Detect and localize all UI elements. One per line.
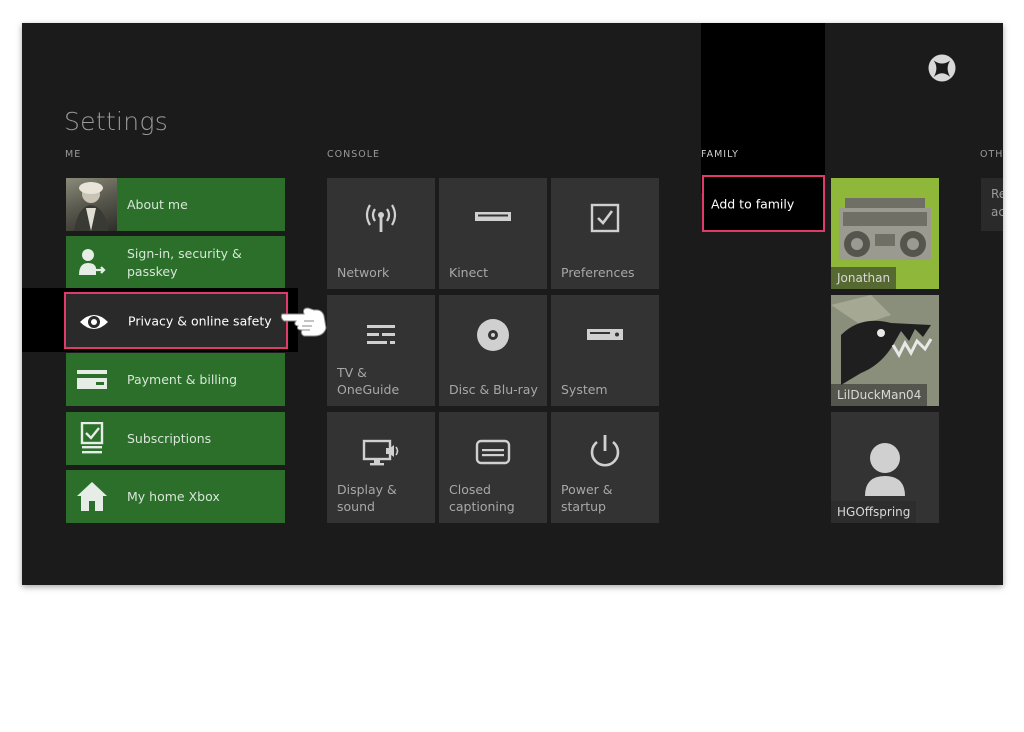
xbox-settings-screen: Settings ME CONSOLE FAMILY OTH About me … — [22, 23, 1003, 585]
power-icon — [590, 435, 620, 467]
me-tile-privacy-online-safety[interactable]: Privacy & online safety — [64, 292, 288, 349]
caption-icon — [475, 439, 511, 465]
eye-icon — [80, 315, 108, 329]
family-member-name: LilDuckMan04 — [831, 384, 928, 406]
console-tile-label: Network — [337, 265, 390, 280]
console-tile-network[interactable]: Network — [327, 178, 435, 289]
add-to-family-label: Add to family — [711, 196, 795, 211]
subscription-checklist-icon — [80, 422, 104, 454]
me-tile-about-me[interactable]: About me — [66, 178, 285, 231]
pointer-hand-icon — [280, 307, 327, 337]
console-tile-kinect[interactable]: Kinect — [439, 178, 547, 289]
me-tile-label: My home Xbox — [127, 488, 220, 504]
console-tile-label: Power & startup — [561, 482, 613, 514]
console-tile-closed-captioning[interactable]: Closed captioning — [439, 412, 547, 523]
section-label-other: OTH — [980, 149, 1003, 160]
console-icon — [587, 329, 623, 340]
me-tile-label: Sign-in, security & passkey — [127, 245, 242, 279]
family-member-tile-jonathan[interactable]: Jonathan — [831, 178, 939, 289]
family-member-tile-lilduckman04[interactable]: LilDuckMan04 — [831, 295, 939, 406]
console-tile-display-sound[interactable]: Display & sound — [327, 412, 435, 523]
me-tile-label: Payment & billing — [127, 371, 238, 387]
other-tile-partial[interactable]: Re ac — [981, 178, 1003, 231]
page-title: Settings — [64, 107, 169, 136]
console-tile-preferences[interactable]: Preferences — [551, 178, 659, 289]
me-tile-my-home-xbox[interactable]: My home Xbox — [66, 470, 285, 523]
console-tile-label: System — [561, 382, 608, 397]
section-label-console: CONSOLE — [327, 149, 381, 160]
avatar — [66, 178, 117, 231]
me-tile-subscriptions[interactable]: Subscriptions — [66, 412, 285, 465]
me-tile-payment-billing[interactable]: Payment & billing — [66, 353, 285, 406]
xbox-logo-icon — [928, 54, 956, 82]
me-tile-label: Subscriptions — [127, 430, 212, 446]
me-tile-label: Privacy & online safety — [128, 313, 272, 328]
family-column-highlight — [701, 23, 825, 193]
console-tile-label: Kinect — [449, 265, 489, 280]
person-signin-icon — [79, 249, 106, 275]
section-label-me: ME — [65, 149, 82, 160]
family-member-tile-hgoffspring[interactable]: HGOffspring — [831, 412, 939, 523]
add-to-family-button[interactable]: Add to family — [702, 175, 825, 232]
disc-icon — [477, 319, 509, 351]
section-label-family: FAMILY — [701, 149, 739, 160]
me-tile-label: About me — [127, 196, 188, 212]
console-tile-label: Disc & Blu-ray — [449, 382, 538, 397]
wireless-antenna-icon — [365, 204, 397, 232]
credit-card-icon — [77, 370, 107, 389]
kinect-sensor-icon — [475, 212, 511, 221]
console-tile-disc-bluray[interactable]: Disc & Blu-ray — [439, 295, 547, 406]
console-tile-label: Preferences — [561, 265, 635, 280]
console-tile-power-startup[interactable]: Power & startup — [551, 412, 659, 523]
console-tile-tv-oneguide[interactable]: TV & OneGuide — [327, 295, 435, 406]
console-tile-label: TV & OneGuide — [337, 365, 400, 397]
family-member-name: HGOffspring — [831, 501, 917, 523]
guide-lines-icon — [367, 325, 395, 344]
family-member-name: Jonathan — [831, 267, 897, 289]
console-tile-system[interactable]: System — [551, 295, 659, 406]
checkbox-icon — [590, 203, 620, 233]
monitor-speaker-icon — [362, 439, 399, 466]
me-tile-sign-in-security[interactable]: Sign-in, security & passkey — [66, 236, 285, 289]
console-tile-label: Display & sound — [337, 482, 397, 514]
console-tile-label: Closed captioning — [449, 482, 515, 514]
home-icon — [77, 482, 107, 511]
